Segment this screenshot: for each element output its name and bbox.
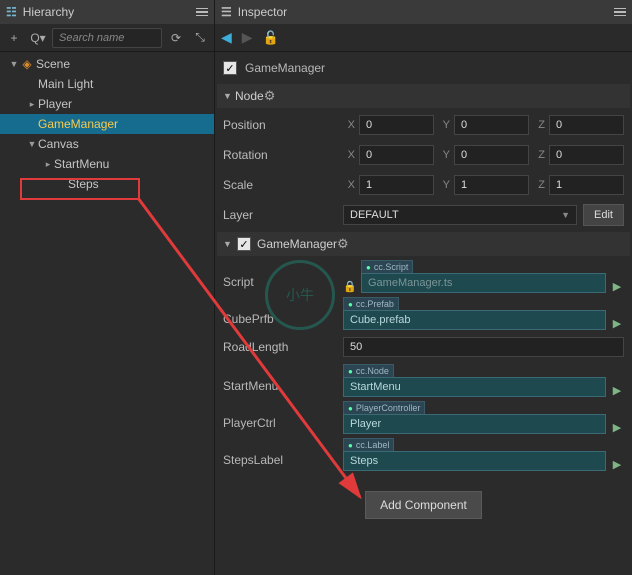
rotation-y-input[interactable]: 0 — [454, 145, 529, 165]
node-section-header[interactable]: ▼ Node ⚙ — [217, 84, 630, 108]
rotation-row: Rotation X0 Y0 Z0 — [217, 140, 630, 170]
roadlength-input[interactable]: 50 — [343, 337, 624, 357]
position-y-input[interactable]: 0 — [454, 115, 529, 135]
hierarchy-toolbar: + Q▾ Search name ⟳ ⤡ — [0, 24, 214, 52]
object-name-row: ✓ GameManager — [217, 54, 630, 82]
play-icon[interactable]: ▶ — [610, 280, 624, 293]
hierarchy-title: Hierarchy — [23, 5, 192, 19]
scale-row: Scale X1 Y1 Z1 — [217, 170, 630, 200]
tree-node-canvas[interactable]: ▼Canvas — [0, 134, 214, 154]
inspector-menu-icon[interactable] — [610, 8, 626, 17]
hierarchy-icon: ☷ — [6, 5, 17, 19]
cubeprfb-field[interactable]: Cube.prefab — [343, 310, 606, 330]
collapse-button[interactable]: ⤡ — [190, 28, 210, 48]
inspector-icon: ☰ — [221, 5, 232, 19]
cubeprfb-row: CubePrfb ●cc.Prefab Cube.prefab ▶ — [217, 295, 630, 332]
startmenu-field[interactable]: StartMenu — [343, 377, 606, 397]
hierarchy-header: ☷ Hierarchy — [0, 0, 214, 24]
inspector-header: ☰ Inspector — [215, 0, 632, 24]
script-row: Script 🔒 ●cc.Script GameManager.ts ▶ — [217, 258, 630, 295]
hierarchy-menu-icon[interactable] — [192, 8, 208, 17]
playerctrl-row: PlayerCtrl ●PlayerController Player ▶ — [217, 399, 630, 436]
startmenu-row: StartMenu ●cc.Node StartMenu ▶ — [217, 362, 630, 399]
tree-node-scene[interactable]: ▼◈Scene — [0, 54, 214, 74]
inspector-title: Inspector — [238, 5, 610, 19]
gear-icon[interactable]: ⚙ — [337, 236, 349, 252]
position-x-input[interactable]: 0 — [359, 115, 434, 135]
object-name: GameManager — [245, 61, 325, 75]
play-icon[interactable]: ▶ — [610, 317, 624, 330]
position-z-input[interactable]: 0 — [549, 115, 624, 135]
scale-x-input[interactable]: 1 — [359, 175, 434, 195]
layer-row: Layer DEFAULT▼ Edit — [217, 200, 630, 230]
refresh-button[interactable]: ⟳ — [166, 28, 186, 48]
lock-icon: 🔒 — [343, 280, 357, 293]
search-input[interactable]: Search name — [52, 28, 162, 48]
stepslabel-row: StepsLabel ●cc.Label Steps ▶ — [217, 436, 630, 473]
play-icon[interactable]: ▶ — [610, 421, 624, 434]
object-enabled-checkbox[interactable]: ✓ — [223, 61, 237, 75]
component-header[interactable]: ▼ ✓ GameManager ⚙ — [217, 232, 630, 256]
tree-node-steps[interactable]: Steps — [0, 174, 214, 194]
nav-back-icon[interactable]: ◀ — [221, 29, 232, 46]
scale-z-input[interactable]: 1 — [549, 175, 624, 195]
tree-node-main-light[interactable]: Main Light — [0, 74, 214, 94]
tree-node-player[interactable]: ▸Player — [0, 94, 214, 114]
stepslabel-field[interactable]: Steps — [343, 451, 606, 471]
script-field[interactable]: GameManager.ts — [361, 273, 606, 293]
lock-icon[interactable]: 🔓 — [263, 30, 279, 46]
rotation-x-input[interactable]: 0 — [359, 145, 434, 165]
gear-icon[interactable]: ⚙ — [264, 88, 276, 104]
tree-node-start-menu[interactable]: ▸StartMenu — [0, 154, 214, 174]
search-mode-button[interactable]: Q▾ — [28, 28, 48, 48]
rotation-z-input[interactable]: 0 — [549, 145, 624, 165]
layer-edit-button[interactable]: Edit — [583, 204, 624, 226]
add-node-button[interactable]: + — [4, 28, 24, 48]
layer-select[interactable]: DEFAULT▼ — [343, 205, 577, 225]
playerctrl-field[interactable]: Player — [343, 414, 606, 434]
component-enabled-checkbox[interactable]: ✓ — [237, 237, 251, 251]
scale-y-input[interactable]: 1 — [454, 175, 529, 195]
play-icon[interactable]: ▶ — [610, 458, 624, 471]
inspector-nav: ◀ ▶ 🔓 — [215, 24, 632, 52]
play-icon[interactable]: ▶ — [610, 384, 624, 397]
position-row: Position X0 Y0 Z0 — [217, 110, 630, 140]
tree-node-game-manager[interactable]: GameManager — [0, 114, 214, 134]
add-component-button[interactable]: Add Component — [365, 491, 482, 519]
roadlength-row: RoadLength 50 — [217, 332, 630, 362]
nav-forward-icon[interactable]: ▶ — [242, 29, 253, 46]
hierarchy-tree: ▼◈Scene Main Light ▸Player GameManager ▼… — [0, 52, 214, 196]
